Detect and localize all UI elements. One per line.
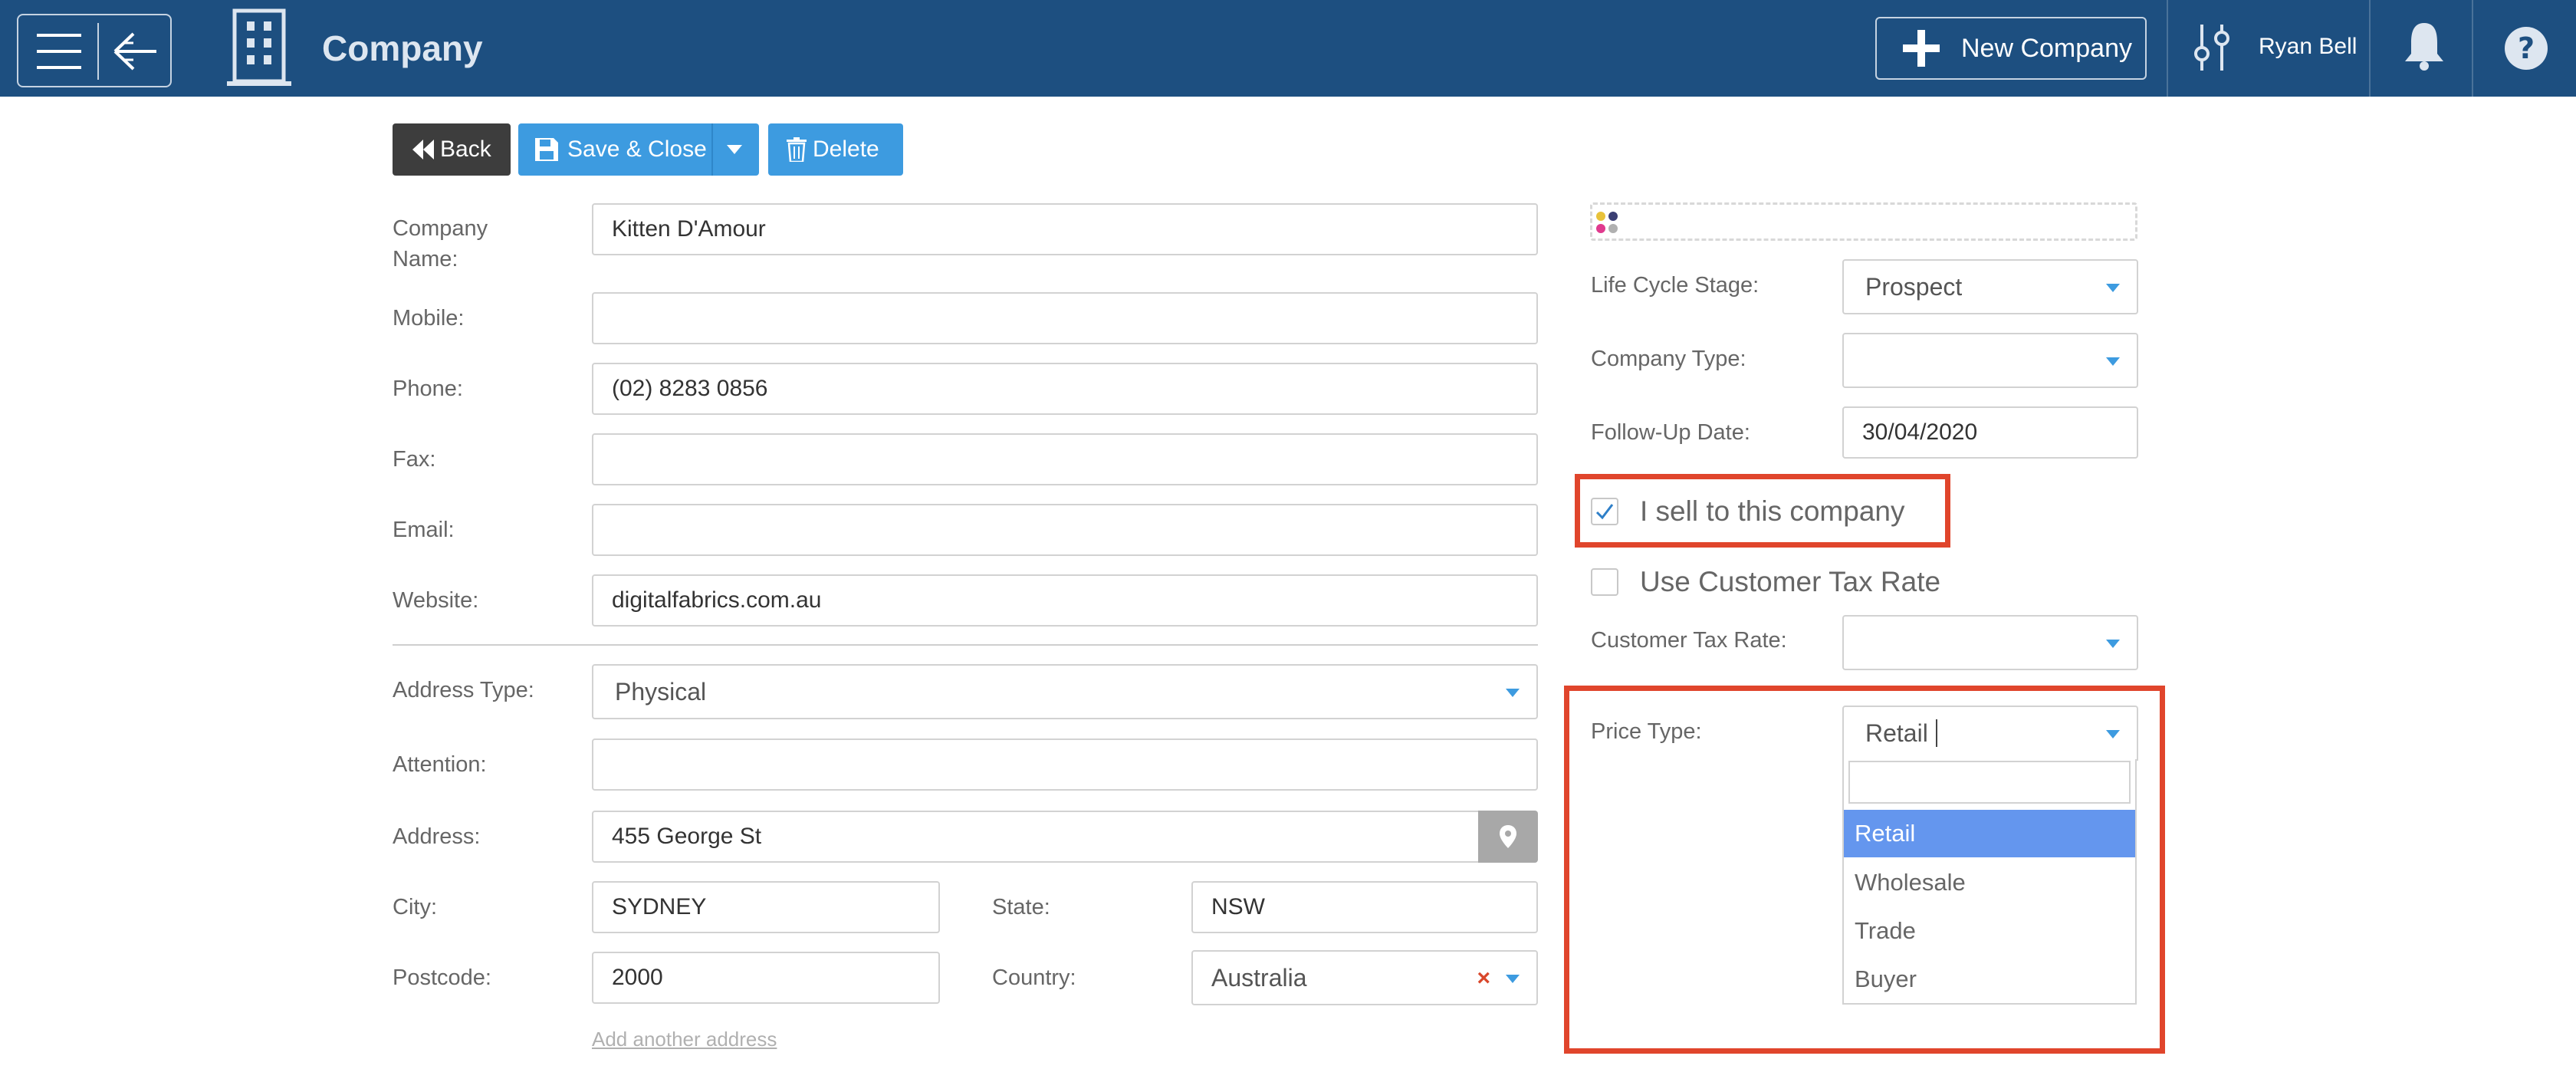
map-pin-button[interactable]	[1478, 811, 1538, 863]
phone-input[interactable]: (02) 8283 0856	[592, 363, 1538, 415]
mobile-input[interactable]	[592, 292, 1538, 344]
header-divider	[2369, 0, 2371, 97]
building-icon	[227, 8, 291, 86]
section-divider	[393, 644, 1538, 646]
customer-tax-rate-select[interactable]	[1842, 615, 2138, 670]
highlight-box	[1575, 474, 1950, 548]
website-input[interactable]: digitalfabrics.com.au	[592, 574, 1538, 627]
rewind-icon	[412, 140, 434, 160]
company-type-label: Company Type:	[1591, 347, 1746, 371]
company-name-input[interactable]: Kitten D'Amour	[592, 203, 1538, 255]
svg-text:?: ?	[2518, 31, 2535, 65]
save-split-divider	[711, 123, 713, 176]
country-label: Country:	[992, 965, 1076, 990]
save-close-button[interactable]: Save & Close	[518, 123, 759, 176]
color-palette-icon	[1596, 212, 1618, 233]
chevron-down-icon	[1506, 689, 1520, 697]
country-value: Australia	[1211, 963, 1307, 992]
state-label: State:	[992, 895, 1050, 919]
header-divider	[2472, 0, 2473, 97]
follow-up-date-label: Follow-Up Date:	[1591, 420, 1750, 445]
new-company-button[interactable]: New Company	[1875, 17, 2147, 80]
website-label: Website:	[393, 588, 479, 613]
back-label: Back	[440, 137, 491, 162]
chevron-down-icon	[2106, 357, 2120, 366]
new-company-label: New Company	[1961, 33, 2132, 63]
company-type-select[interactable]	[1842, 333, 2138, 388]
user-name[interactable]: Ryan Bell	[2259, 34, 2357, 60]
highlight-box	[1564, 686, 2165, 1054]
address-label: Address:	[393, 824, 481, 849]
help-icon[interactable]: ?	[2504, 26, 2548, 71]
follow-up-date-input[interactable]: 30/04/2020	[1842, 406, 2138, 459]
company-name-label: Company Name:	[393, 216, 488, 271]
chevron-down-icon	[2106, 284, 2120, 292]
top-bar: Company New Company Ryan Bell ?	[0, 0, 2576, 97]
fax-label: Fax:	[393, 447, 436, 472]
life-cycle-stage-value: Prospect	[1865, 272, 1963, 301]
use-customer-tax-rate-label[interactable]: Use Customer Tax Rate	[1640, 566, 1940, 598]
attention-label: Attention:	[393, 752, 487, 777]
address-type-value: Physical	[615, 677, 707, 706]
email-input[interactable]	[592, 504, 1538, 556]
clear-icon[interactable]: ×	[1477, 967, 1490, 990]
phone-label: Phone:	[393, 377, 463, 401]
country-select[interactable]: Australia ×	[1191, 950, 1538, 1005]
city-label: City:	[393, 895, 437, 919]
use-customer-tax-rate-checkbox[interactable]	[1591, 568, 1618, 596]
email-label: Email:	[393, 518, 455, 542]
postcode-label: Postcode:	[393, 965, 491, 990]
customer-tax-rate-label: Customer Tax Rate:	[1591, 628, 1787, 653]
city-input[interactable]: SYDNEY	[592, 881, 940, 933]
state-input[interactable]: NSW	[1191, 881, 1538, 933]
logo-drop-zone[interactable]	[1590, 202, 2137, 241]
menu-divider	[97, 23, 99, 80]
hamburger-icon[interactable]	[37, 32, 81, 71]
delete-label: Delete	[813, 137, 879, 162]
save-close-label: Save & Close	[567, 137, 707, 162]
trash-icon	[787, 137, 807, 162]
chevron-down-icon	[2106, 640, 2120, 648]
back-button[interactable]: Back	[393, 123, 511, 176]
address-type-label: Address Type:	[393, 678, 534, 702]
postcode-input[interactable]: 2000	[592, 952, 940, 1004]
bell-icon[interactable]	[2404, 20, 2445, 71]
sliders-icon[interactable]	[2194, 25, 2229, 71]
page-title: Company	[322, 28, 483, 68]
chevron-down-icon[interactable]	[727, 145, 742, 154]
chevron-down-icon	[1506, 975, 1520, 983]
attention-input[interactable]	[592, 738, 1538, 791]
mobile-label: Mobile:	[393, 306, 465, 331]
fax-input[interactable]	[592, 433, 1538, 485]
delete-button[interactable]: Delete	[768, 123, 903, 176]
address-type-select[interactable]: Physical	[592, 664, 1538, 719]
address-input[interactable]: 455 George St	[592, 811, 1480, 863]
life-cycle-stage-select[interactable]: Prospect	[1842, 259, 2138, 314]
plus-icon	[1903, 30, 1940, 67]
add-address-link[interactable]: Add another address	[592, 1028, 777, 1051]
back-arrow-icon[interactable]	[110, 29, 159, 74]
life-cycle-stage-label: Life Cycle Stage:	[1591, 273, 1760, 298]
header-divider	[2167, 0, 2168, 97]
map-pin-icon	[1500, 825, 1516, 848]
menu-toggle-group	[17, 14, 172, 87]
use-customer-tax-rate-row: Use Customer Tax Rate	[1591, 566, 1940, 598]
save-icon	[535, 138, 558, 161]
